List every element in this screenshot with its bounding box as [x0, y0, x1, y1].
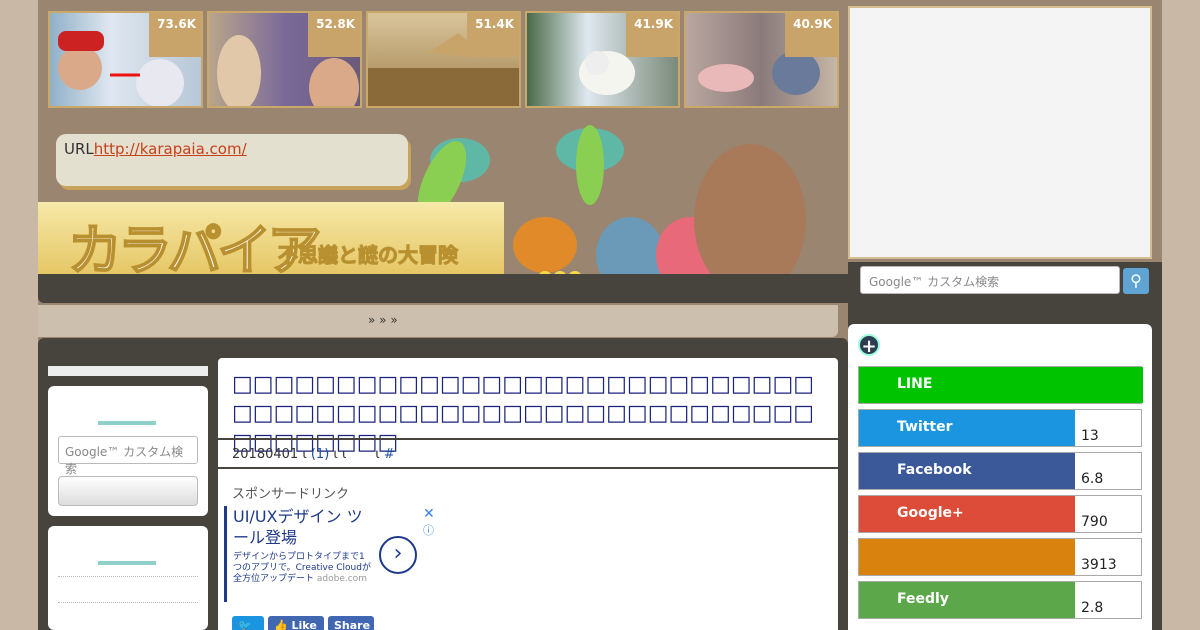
- breadcrumb[interactable]: » » »: [38, 305, 838, 337]
- twitter-icon: 🐦: [238, 619, 252, 630]
- share-button-label: [859, 539, 1075, 575]
- like-button[interactable]: 👍 Like: [268, 616, 324, 630]
- ad-headline: UI/UXデザイン ツール登場: [233, 507, 363, 547]
- site-url-link[interactable]: http://karapaia.com/: [94, 140, 247, 158]
- url-box: URLhttp://karapaia.com/: [56, 134, 408, 186]
- tweet-button[interactable]: 🐦: [232, 616, 264, 630]
- hash-link[interactable]: #: [384, 447, 395, 462]
- share-button-label: Google+: [859, 496, 1075, 532]
- sidebar-search-button[interactable]: [58, 476, 198, 506]
- widget-heading-bar: [98, 421, 156, 425]
- share-button-label: Twitter: [859, 410, 1075, 446]
- ad-space: [848, 6, 1152, 259]
- thumbnail-5[interactable]: 40.9K: [684, 11, 839, 108]
- article: □□□□□□□□□□□□□□□□□□□□□□□□□□□□□□□□□□□□□□□□…: [218, 358, 838, 630]
- view-count: 41.9K: [626, 13, 678, 57]
- like-label: Like: [291, 619, 317, 630]
- view-count: 73.6K: [149, 13, 201, 57]
- header-bar: [38, 274, 848, 303]
- share-count: 2.8: [1081, 600, 1104, 616]
- meta-mark: ι: [302, 447, 307, 462]
- thumbnail-3[interactable]: 51.4K: [366, 11, 521, 108]
- view-count: 40.9K: [785, 13, 837, 57]
- share-count: 13: [1081, 428, 1099, 444]
- share-count: 6.8: [1081, 471, 1104, 487]
- ad-description: デザインからプロトタイプまで1つのアプリで。Creative Cloudが全方位…: [233, 552, 371, 584]
- site-tagline: 不思議と謎の大冒険: [278, 243, 459, 268]
- share-button-line[interactable]: LINE: [858, 366, 1143, 404]
- article-date: 20180401: [232, 447, 299, 462]
- search-icon: ⚲: [1130, 271, 1142, 290]
- facebook-share-button[interactable]: Share: [328, 616, 374, 630]
- inline-ad[interactable]: UI/UXデザイン ツール登場 デザインからプロトタイプまで1つのアプリで。Cr…: [224, 506, 436, 602]
- share-button-googleplus[interactable]: Google+ 790: [858, 495, 1142, 533]
- article-meta: 20180401 ι (1) ι ι ι #: [218, 438, 838, 469]
- meta-mark: ι: [375, 447, 380, 462]
- comment-count-link[interactable]: (1): [311, 447, 329, 462]
- share-button-hatena[interactable]: 3913: [858, 538, 1142, 576]
- divider: [58, 576, 198, 577]
- thumbnail-2[interactable]: 52.8K: [207, 11, 362, 108]
- info-icon[interactable]: ⓘ: [423, 522, 434, 538]
- sponsor-label: スポンサードリンク: [232, 487, 350, 502]
- search-button[interactable]: ⚲: [1123, 268, 1149, 294]
- site-logo-banner[interactable]: カラパイア 不思議と謎の大冒険: [38, 202, 504, 283]
- share-button-label: LINE: [859, 367, 1143, 403]
- plus-icon[interactable]: +: [858, 334, 880, 357]
- divider: [58, 602, 198, 603]
- chevron-right-icon[interactable]: ›: [379, 536, 417, 574]
- close-icon[interactable]: ✕: [423, 506, 435, 522]
- sidebar-widget: [48, 526, 208, 630]
- sidebar-search-widget: Google™ カスタム検索: [48, 386, 208, 516]
- view-count: 52.8K: [308, 13, 360, 57]
- share-label: Share: [334, 619, 371, 630]
- sidebar-top-strip: [48, 366, 208, 376]
- share-button-facebook[interactable]: Facebook 6.8: [858, 452, 1142, 490]
- share-count: 3913: [1081, 557, 1117, 573]
- share-button-label: Feedly: [859, 582, 1075, 618]
- share-button-label: Facebook: [859, 453, 1075, 489]
- view-count: 51.4K: [467, 13, 519, 57]
- search-input[interactable]: Google™ カスタム検索: [860, 266, 1120, 294]
- thumbnail-1[interactable]: 73.6K: [48, 11, 203, 108]
- widget-heading-bar: [98, 561, 156, 565]
- ad-domain: adobe.com: [316, 574, 367, 584]
- share-button-feedly[interactable]: Feedly 2.8: [858, 581, 1142, 619]
- share-button-twitter[interactable]: Twitter 13: [858, 409, 1142, 447]
- share-count: 790: [1081, 514, 1108, 530]
- url-label: URL: [64, 140, 94, 158]
- meta-mark: ι ι: [333, 447, 347, 462]
- thumbnail-4[interactable]: 41.9K: [525, 11, 680, 108]
- sidebar-search-input[interactable]: Google™ カスタム検索: [58, 436, 198, 476]
